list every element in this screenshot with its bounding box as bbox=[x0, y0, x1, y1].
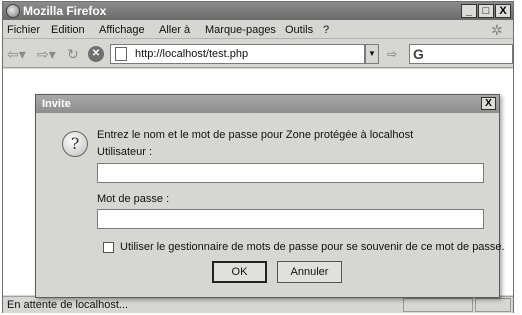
question-icon: ? bbox=[62, 131, 88, 157]
navigation-toolbar: ⇦▾ ⇨▾ ↻ ✕ http://localhost/test.php ▼ ⇨ … bbox=[3, 40, 513, 68]
back-icon[interactable]: ⇦▾ bbox=[7, 46, 26, 62]
status-text: En attente de localhost... bbox=[7, 299, 129, 311]
stop-icon[interactable]: ✕ bbox=[88, 46, 104, 62]
page-icon bbox=[115, 47, 127, 61]
window-title: Mozilla Firefox bbox=[23, 4, 107, 18]
url-dropdown-button[interactable]: ▼ bbox=[365, 44, 379, 64]
title-bar: Mozilla Firefox _ □ X bbox=[3, 2, 513, 20]
go-icon[interactable]: ⇨ bbox=[387, 47, 397, 61]
menu-marque-pages[interactable]: Marque-pages bbox=[205, 24, 276, 36]
dialog-title: Invite bbox=[36, 95, 499, 113]
menu-bar: Fichier Edition Affichage Aller à Marque… bbox=[3, 20, 513, 39]
ok-button[interactable]: OK bbox=[212, 261, 267, 283]
remember-label: Utiliser le gestionnaire de mots de pass… bbox=[120, 241, 505, 253]
status-panel-right bbox=[475, 298, 511, 312]
password-input[interactable] bbox=[97, 209, 484, 229]
dialog-message: Entrez le nom et le mot de passe pour Zo… bbox=[97, 129, 414, 141]
firefox-icon bbox=[6, 4, 20, 18]
throbber-icon: ✲ bbox=[491, 22, 503, 38]
menu-affichage[interactable]: Affichage bbox=[99, 24, 145, 36]
menu-fichier[interactable]: Fichier bbox=[7, 24, 40, 36]
status-panel bbox=[403, 298, 473, 312]
menu-help[interactable]: ? bbox=[323, 24, 329, 36]
username-input[interactable] bbox=[97, 163, 484, 183]
google-icon: G bbox=[413, 46, 424, 62]
menu-aller[interactable]: Aller à bbox=[159, 24, 190, 36]
search-bar[interactable]: G bbox=[409, 44, 513, 64]
url-bar[interactable]: http://localhost/test.php bbox=[110, 44, 365, 64]
status-bar: En attente de localhost... bbox=[3, 296, 513, 313]
forward-icon[interactable]: ⇨▾ bbox=[37, 46, 56, 62]
url-text[interactable]: http://localhost/test.php bbox=[135, 48, 248, 60]
auth-dialog: Invite X ? Entrez le nom et le mot de pa… bbox=[35, 94, 505, 298]
menu-outils[interactable]: Outils bbox=[285, 24, 313, 36]
reload-icon[interactable]: ↻ bbox=[67, 46, 79, 62]
menu-edition[interactable]: Edition bbox=[51, 24, 85, 36]
close-window-button[interactable]: X bbox=[495, 4, 511, 18]
remember-checkbox[interactable] bbox=[103, 242, 114, 253]
cancel-button[interactable]: Annuler bbox=[277, 261, 342, 283]
username-label: Utilisateur : bbox=[97, 146, 153, 158]
dialog-close-button[interactable]: X bbox=[481, 97, 496, 110]
maximize-button[interactable]: □ bbox=[478, 4, 494, 18]
password-label: Mot de passe : bbox=[97, 193, 170, 205]
minimize-button[interactable]: _ bbox=[461, 4, 477, 18]
